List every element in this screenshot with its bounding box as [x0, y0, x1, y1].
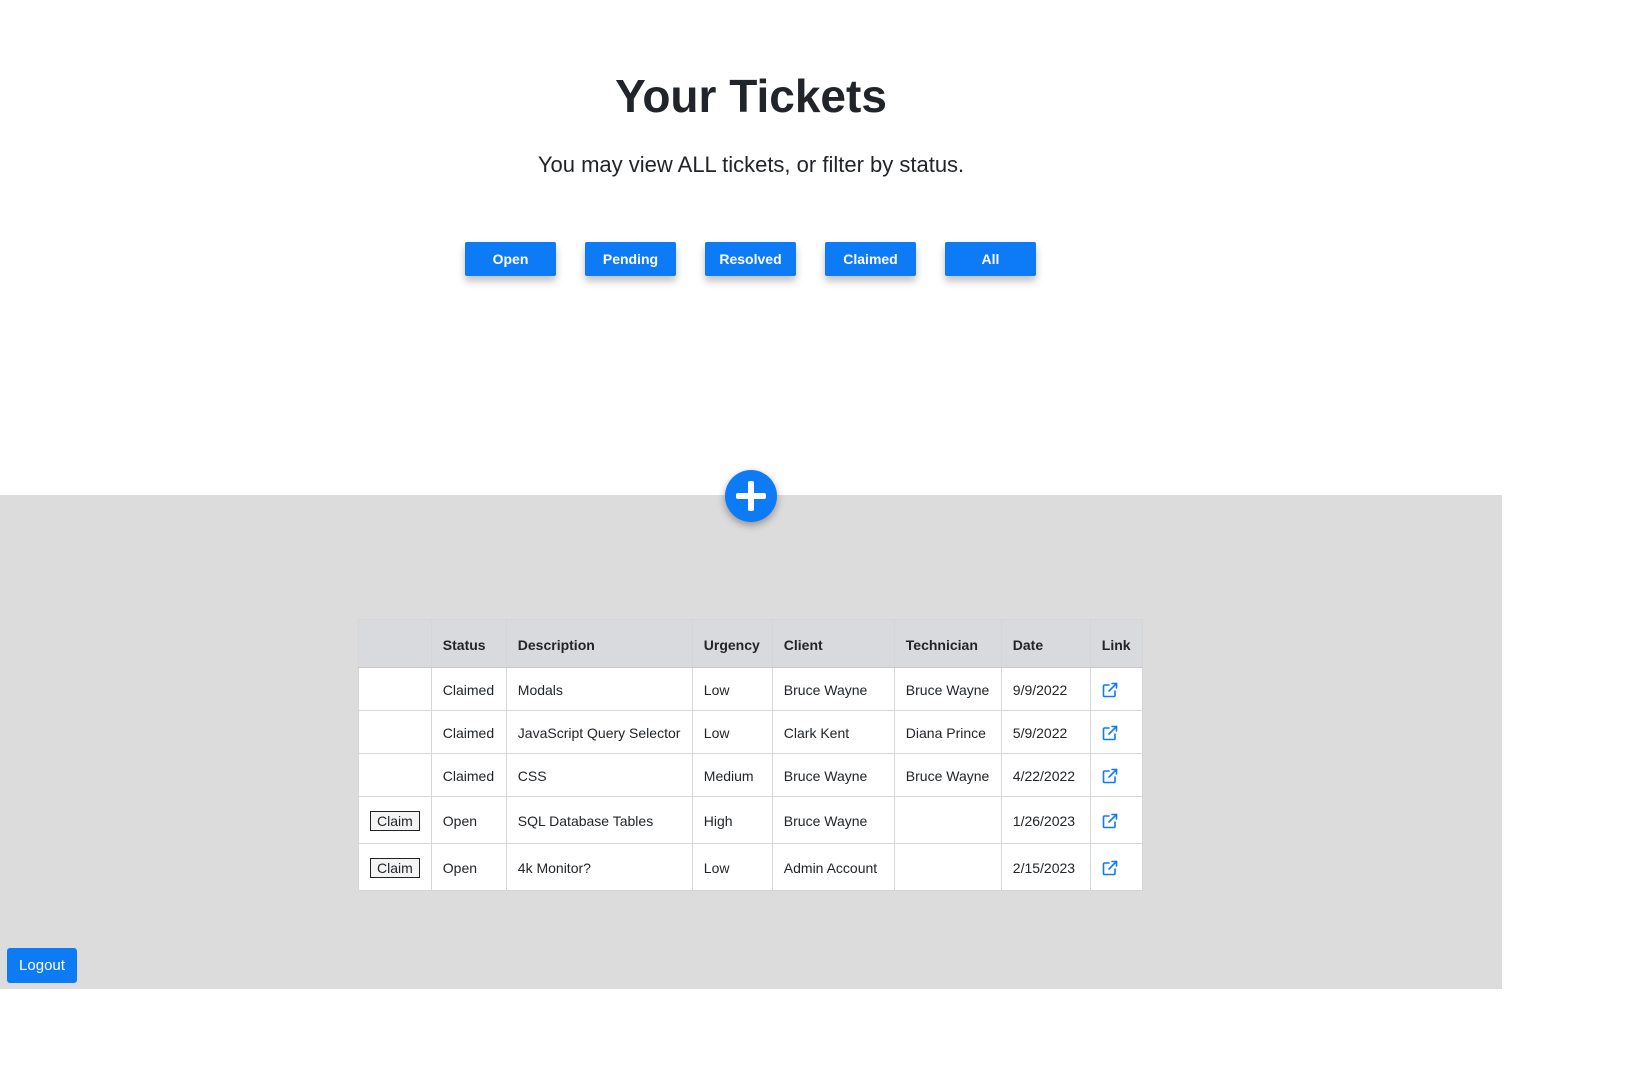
page-title: Your Tickets: [615, 70, 887, 122]
client-cell: Clark Kent: [771, 710, 895, 754]
link-cell: [1089, 796, 1143, 844]
external-link-icon[interactable]: [1102, 813, 1118, 829]
link-cell: [1089, 843, 1143, 891]
column-header-client: Client: [771, 619, 895, 668]
column-header-link: Link: [1089, 619, 1143, 668]
description-cell: Modals: [505, 667, 693, 711]
description-cell: CSS: [505, 753, 693, 797]
filter-resolved-button[interactable]: Resolved: [705, 242, 796, 276]
technician-cell: [893, 843, 1002, 891]
date-cell: 5/9/2022: [1000, 710, 1091, 754]
link-cell: [1089, 710, 1143, 754]
claim-cell: Claim: [358, 796, 432, 844]
column-header-status: Status: [430, 619, 507, 668]
plus-circle-icon: [736, 481, 766, 511]
client-cell: Admin Account: [771, 843, 895, 891]
status-cell: Claimed: [430, 753, 507, 797]
claim-button[interactable]: Claim: [370, 858, 420, 878]
filter-open-button[interactable]: Open: [465, 242, 556, 276]
column-header-claim: [358, 619, 432, 668]
date-cell: 9/9/2022: [1000, 667, 1091, 711]
page-subtitle: You may view ALL tickets, or filter by s…: [537, 152, 965, 177]
urgency-cell: Low: [691, 710, 773, 754]
filter-all-button[interactable]: All: [945, 242, 1036, 276]
claim-cell: Claim: [358, 843, 432, 891]
claim-button[interactable]: Claim: [370, 811, 420, 831]
date-cell: 1/26/2023: [1000, 796, 1091, 844]
description-cell: JavaScript Query Selector: [505, 710, 693, 754]
claim-cell: [358, 710, 432, 754]
external-link-icon[interactable]: [1102, 860, 1118, 876]
urgency-cell: High: [691, 796, 773, 844]
link-cell: [1089, 753, 1143, 797]
urgency-cell: Medium: [691, 753, 773, 797]
urgency-cell: Low: [691, 667, 773, 711]
logout-button[interactable]: Logout: [7, 948, 77, 983]
table-header-row: Status Description Urgency Client Techni…: [358, 619, 1143, 668]
status-cell: Open: [430, 796, 507, 844]
tickets-table: Status Description Urgency Client Techni…: [358, 619, 1143, 891]
column-header-description: Description: [505, 619, 693, 668]
client-cell: Bruce Wayne: [771, 667, 895, 711]
table-row: Claimed Modals Low Bruce Wayne Bruce Way…: [358, 667, 1143, 711]
status-cell: Claimed: [430, 710, 507, 754]
technician-cell: [893, 796, 1002, 844]
status-cell: Open: [430, 843, 507, 891]
date-cell: 4/22/2022: [1000, 753, 1091, 797]
description-cell: SQL Database Tables: [505, 796, 693, 844]
table-row: Claimed CSS Medium Bruce Wayne Bruce Way…: [358, 753, 1143, 797]
external-link-icon[interactable]: [1102, 768, 1118, 784]
claim-cell: [358, 667, 432, 711]
technician-cell: Diana Prince: [893, 710, 1002, 754]
external-link-icon[interactable]: [1102, 725, 1118, 741]
column-header-urgency: Urgency: [691, 619, 773, 668]
status-cell: Claimed: [430, 667, 507, 711]
date-cell: 2/15/2023: [1000, 843, 1091, 891]
link-cell: [1089, 667, 1143, 711]
filter-claimed-button[interactable]: Claimed: [825, 242, 916, 276]
client-cell: Bruce Wayne: [771, 753, 895, 797]
urgency-cell: Low: [691, 843, 773, 891]
client-cell: Bruce Wayne: [771, 796, 895, 844]
description-cell: 4k Monitor?: [505, 843, 693, 891]
claim-cell: [358, 753, 432, 797]
technician-cell: Bruce Wayne: [893, 753, 1002, 797]
table-row: Claimed JavaScript Query Selector Low Cl…: [358, 710, 1143, 754]
filter-pending-button[interactable]: Pending: [585, 242, 676, 276]
table-row: Claim Open SQL Database Tables High Bruc…: [358, 796, 1143, 844]
external-link-icon[interactable]: [1102, 682, 1118, 698]
add-ticket-button[interactable]: [725, 470, 777, 522]
column-header-technician: Technician: [893, 619, 1002, 668]
technician-cell: Bruce Wayne: [893, 667, 1002, 711]
column-header-date: Date: [1000, 619, 1091, 668]
table-row: Claim Open 4k Monitor? Low Admin Account…: [358, 843, 1143, 891]
